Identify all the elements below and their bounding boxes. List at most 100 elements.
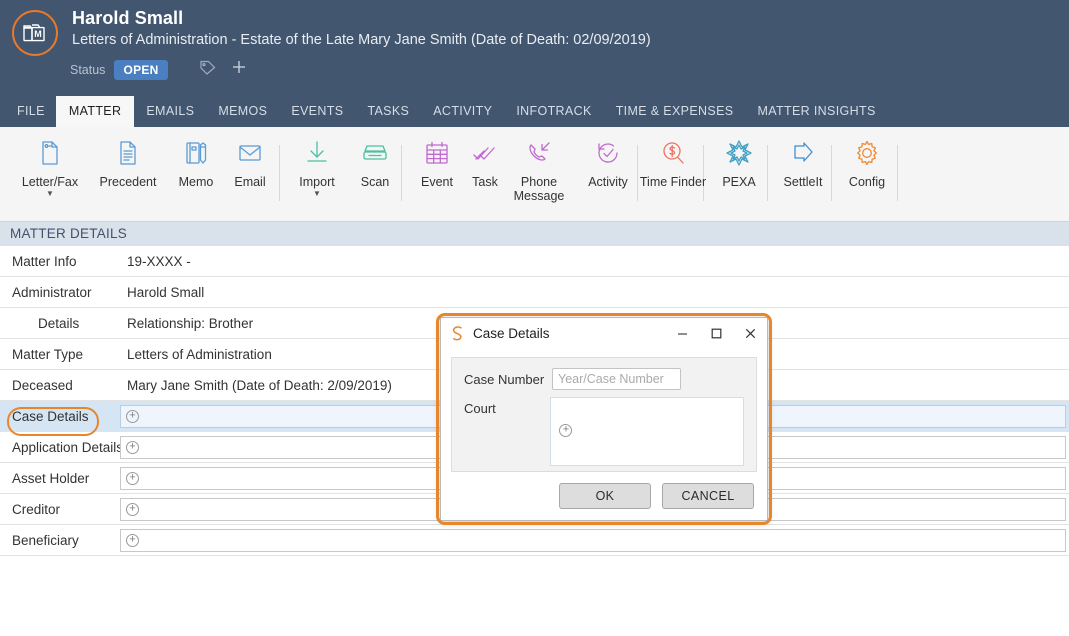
dialog-body: Case Number Year/Case Number Court + [441, 349, 767, 472]
ribbon-button-config[interactable]: Config [831, 133, 903, 189]
envelope-icon [235, 133, 265, 173]
case-number-field-row: Case Number Year/Case Number [464, 368, 744, 390]
ribbon-button-settleit[interactable]: SettleIt [767, 133, 839, 189]
ribbon-button-label: PEXA [722, 175, 756, 189]
matter-detail-row[interactable]: Matter Info 19-XXXX - [0, 246, 1069, 277]
tab-matter[interactable]: MATTER [55, 96, 135, 127]
row-add-field[interactable]: + [120, 528, 1066, 552]
add-item-plus-icon[interactable]: + [126, 502, 139, 516]
ribbon-button-activity[interactable]: Activity [572, 133, 644, 189]
ok-button[interactable]: OK [559, 483, 651, 509]
minimize-icon[interactable] [665, 318, 699, 349]
row-label-creditor: Creditor [12, 501, 61, 517]
row-label-matter-type: Matter Type [12, 346, 84, 362]
ribbon-button-email[interactable]: Email [214, 133, 286, 189]
ribbon-button-label: Task [472, 175, 498, 189]
chevron-down-icon[interactable]: ▼ [46, 190, 54, 198]
row-label-application-details: Application Details [12, 439, 124, 455]
court-label: Court [464, 401, 496, 416]
row-value: Relationship: Brother [127, 315, 254, 331]
tab-events[interactable]: EVENTS [279, 96, 355, 127]
ribbon-button-letter-fax[interactable]: Letter/Fax ▼ [14, 133, 86, 198]
checklist-icon [470, 133, 500, 173]
ribbon-button-label: Import [299, 175, 335, 189]
tab-memos[interactable]: MEMOS [206, 96, 279, 127]
ribbon-button-label: Scan [360, 175, 390, 189]
ribbon-button-label: Memo [178, 175, 214, 189]
ribbon-button-time-finder[interactable]: Time Finder [637, 133, 709, 189]
cancel-button[interactable]: CANCEL [662, 483, 754, 509]
row-label-deceased: Deceased [12, 377, 73, 393]
add-item-plus-icon[interactable]: + [126, 533, 139, 547]
case-details-dialog[interactable]: Case Details Case Number Year/Case Numbe… [440, 317, 768, 521]
dialog-title-bar[interactable]: Case Details [441, 318, 767, 349]
main-tabbar: FILE MATTER EMAILS MEMOS EVENTS TASKS ACTIVITY… [0, 96, 1069, 127]
row-value: 19-XXXX - [127, 253, 191, 269]
add-court-plus-icon[interactable]: + [559, 424, 573, 437]
ribbon-button-label: Activity [588, 175, 628, 189]
court-picker-box[interactable]: + [550, 397, 744, 466]
tab-tasks[interactable]: TASKS [355, 96, 421, 127]
gear-icon [852, 133, 882, 173]
row-label-asset-holder: Asset Holder [12, 470, 90, 486]
row-value: Harold Small [127, 284, 205, 300]
phone-incoming-icon [524, 133, 554, 173]
ribbon-button-precedent[interactable]: Precedent [92, 133, 164, 189]
matter-details-section-header: MATTER DETAILS [0, 222, 1069, 246]
matter-detail-row[interactable]: Administrator Harold Small [0, 277, 1069, 308]
row-label-administrator: Administrator [12, 284, 92, 300]
dialog-footer: OK CANCEL [441, 472, 767, 520]
ribbon-button-label: Precedent [99, 175, 157, 189]
document-page-icon [35, 133, 65, 173]
svg-text:M: M [34, 29, 42, 39]
document-lines-icon [113, 133, 143, 173]
status-badge[interactable]: OPEN [114, 59, 168, 80]
status-label: Status [70, 62, 106, 77]
case-number-input[interactable]: Year/Case Number [552, 368, 681, 390]
add-item-plus-icon[interactable]: + [126, 409, 139, 423]
pexa-star-icon [724, 133, 754, 173]
matter-detail-row[interactable]: Beneficiary + [0, 525, 1069, 556]
calendar-icon [422, 133, 452, 173]
add-item-plus-icon[interactable]: + [126, 440, 139, 454]
row-label-matter-info: Matter Info [12, 253, 77, 269]
court-field-row: Court + [464, 397, 744, 466]
add-item-plus-icon[interactable]: + [126, 471, 139, 485]
tab-emails[interactable]: EMAILS [134, 96, 206, 127]
maximize-icon[interactable] [699, 318, 733, 349]
ribbon-button-pexa[interactable]: PEXA [703, 133, 775, 189]
app-header: M Harold Small Letters of Administration… [0, 0, 1069, 96]
close-icon[interactable] [733, 318, 767, 349]
case-number-label: Case Number [464, 372, 545, 387]
dialog-form-panel: Case Number Year/Case Number Court + [451, 357, 757, 472]
tab-file[interactable]: FILE [6, 96, 56, 127]
page-title: Harold Small [72, 8, 184, 28]
tab-matter-insights[interactable]: MATTER INSIGHTS [745, 96, 887, 127]
smokeball-swirl-icon [449, 325, 466, 342]
folder-m-icon: M [12, 10, 58, 56]
matter-subtitle: Letters of Administration - Estate of th… [72, 32, 651, 48]
status-row: Status OPEN [70, 59, 247, 80]
ribbon-toolbar: Letter/Fax ▼ Precedent Memo Email Import ▼ Scan… [0, 127, 1069, 222]
row-label-beneficiary: Beneficiary [12, 532, 79, 548]
ribbon-button-label: Letter/Fax [21, 175, 79, 189]
row-label-case-details: Case Details [12, 408, 89, 424]
scanner-icon [360, 133, 390, 173]
ribbon-button-label: Email [234, 175, 266, 189]
tab-activity[interactable]: ACTIVITY [421, 96, 504, 127]
ribbon-button-label: SettleIt [783, 175, 823, 189]
tab-time-expenses[interactable]: TIME & EXPENSES [604, 96, 746, 127]
row-value: Mary Jane Smith (Date of Death: 2/09/201… [127, 377, 392, 393]
dollar-search-icon [658, 133, 688, 173]
tab-infotrack[interactable]: INFOTRACK [504, 96, 603, 127]
ribbon-button-phone-message[interactable]: Phone Message [503, 133, 575, 203]
row-value: Letters of Administration [127, 346, 272, 362]
add-tag-plus-icon[interactable] [231, 59, 247, 80]
arrow-right-outline-icon [788, 133, 818, 173]
ribbon-button-label: Config [848, 175, 886, 189]
clock-check-icon [593, 133, 623, 173]
ribbon-button-label: Phone Message [513, 175, 565, 203]
chevron-down-icon[interactable]: ▼ [313, 190, 321, 198]
row-label-details: Details [38, 315, 80, 331]
tag-icon[interactable] [199, 60, 216, 80]
